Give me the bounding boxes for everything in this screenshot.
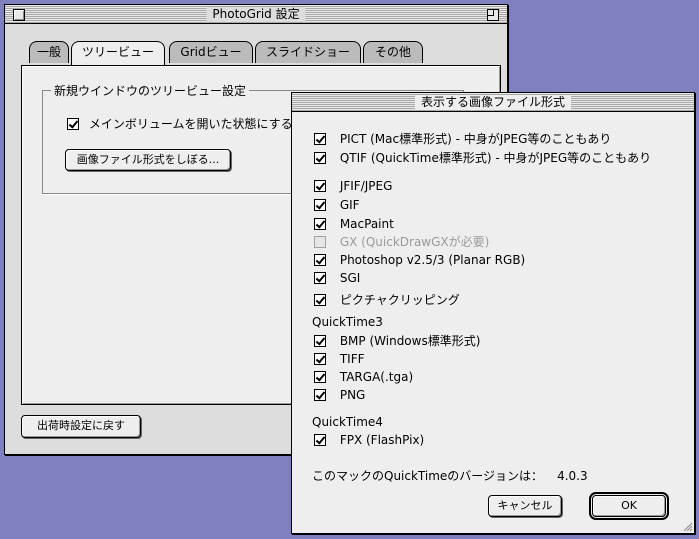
format-pict-checkbox[interactable]: [314, 132, 326, 145]
format-fpx-label: FPX (FlashPix): [339, 432, 425, 447]
tab-grid-view[interactable]: Gridビュー: [169, 41, 253, 63]
format-picture-clipping-checkbox[interactable]: [314, 293, 326, 306]
format-jpeg-label: JFIF/JPEG: [339, 178, 393, 193]
quicktime3-heading: QuickTime3: [312, 315, 383, 329]
format-picture-clipping-row[interactable]: ピクチャクリッピング: [314, 291, 460, 307]
format-targa-row[interactable]: TARGA(.tga): [314, 368, 413, 384]
group-label: 新規ウインドウのツリービュー設定: [51, 82, 250, 99]
format-png-row[interactable]: PNG: [314, 386, 365, 402]
format-jpeg-checkbox[interactable]: [314, 179, 326, 192]
format-macpaint-row[interactable]: MacPaint: [314, 215, 394, 231]
format-gif-label: GIF: [339, 197, 360, 212]
format-targa-checkbox[interactable]: [314, 370, 326, 383]
format-macpaint-label: MacPaint: [339, 216, 394, 231]
format-gx-checkbox: [314, 235, 326, 248]
format-fpx-row[interactable]: FPX (FlashPix): [314, 431, 424, 447]
format-png-label: PNG: [339, 387, 366, 402]
format-macpaint-checkbox[interactable]: [314, 217, 326, 230]
image-formats-dialog: 表示する画像ファイル形式 PICT (Mac標準形式) - 中身がJPEG等のこ…: [291, 92, 695, 534]
format-tiff-label: TIFF: [339, 351, 365, 366]
format-photoshop-label: Photoshop v2.5/3 (Planar RGB): [339, 252, 526, 267]
format-pict-row[interactable]: PICT (Mac標準形式) - 中身がJPEG等のこともあり: [314, 130, 611, 146]
format-bmp-label: BMP (Windows標準形式): [339, 333, 481, 348]
format-fpx-checkbox[interactable]: [314, 433, 326, 446]
format-gx-label: GX (QuickDrawGXが必要): [339, 234, 490, 249]
format-photoshop-checkbox[interactable]: [314, 253, 326, 266]
quicktime4-heading: QuickTime4: [312, 415, 383, 429]
format-picture-clipping-label: ピクチャクリッピング: [339, 292, 460, 307]
tab-other[interactable]: その他: [363, 41, 423, 63]
format-gif-row[interactable]: GIF: [314, 196, 360, 212]
dialog-title: 表示する画像ファイル形式: [414, 95, 572, 110]
format-qtif-checkbox[interactable]: [314, 151, 326, 164]
format-qtif-row[interactable]: QTIF (QuickTime標準形式) - 中身がJPEG等のこともあり: [314, 149, 651, 165]
cancel-button[interactable]: キャンセル: [488, 495, 562, 517]
close-box-icon[interactable]: [13, 9, 25, 21]
format-photoshop-row[interactable]: Photoshop v2.5/3 (Planar RGB): [314, 251, 525, 267]
format-pict-label: PICT (Mac標準形式) - 中身がJPEG等のこともあり: [339, 131, 612, 146]
zoom-box-icon[interactable]: [487, 9, 499, 21]
resize-grip-icon[interactable]: [682, 521, 693, 532]
tab-tree-view[interactable]: ツリービュー: [71, 41, 165, 65]
format-qtif-label: QTIF (QuickTime標準形式) - 中身がJPEG等のこともあり: [339, 150, 652, 165]
format-bmp-checkbox[interactable]: [314, 334, 326, 347]
filter-image-formats-button[interactable]: 画像ファイル形式をしぼる...: [65, 149, 231, 171]
tab-slideshow[interactable]: スライドショー: [255, 41, 361, 63]
restore-defaults-button[interactable]: 出荷時設定に戻す: [21, 415, 141, 438]
format-gif-checkbox[interactable]: [314, 198, 326, 211]
format-sgi-checkbox[interactable]: [314, 271, 326, 284]
format-sgi-label: SGI: [339, 270, 361, 285]
format-sgi-row[interactable]: SGI: [314, 269, 360, 285]
ok-button[interactable]: OK: [592, 495, 666, 517]
format-bmp-row[interactable]: BMP (Windows標準形式): [314, 332, 480, 348]
quicktime-version-label: このマックのQuickTimeのバージョンは：: [312, 469, 544, 483]
open-main-volume-checkbox[interactable]: [67, 117, 79, 130]
quicktime-version-value: 4.0.3: [557, 469, 588, 483]
format-png-checkbox[interactable]: [314, 388, 326, 401]
tab-general[interactable]: 一般: [29, 41, 69, 63]
open-main-volume-label: メインボリュームを開いた状態にする: [88, 117, 293, 131]
quicktime-version-line: このマックのQuickTimeのバージョンは： 4.0.3: [312, 467, 588, 484]
format-gx-row: GX (QuickDrawGXが必要): [314, 233, 489, 249]
format-tiff-checkbox[interactable]: [314, 352, 326, 365]
open-main-volume-option[interactable]: メインボリュームを開いた状態にする: [67, 115, 293, 132]
format-jpeg-row[interactable]: JFIF/JPEG: [314, 177, 392, 193]
main-window-title: PhotoGrid 設定: [206, 7, 306, 22]
format-targa-label: TARGA(.tga): [339, 369, 414, 384]
format-tiff-row[interactable]: TIFF: [314, 350, 365, 366]
